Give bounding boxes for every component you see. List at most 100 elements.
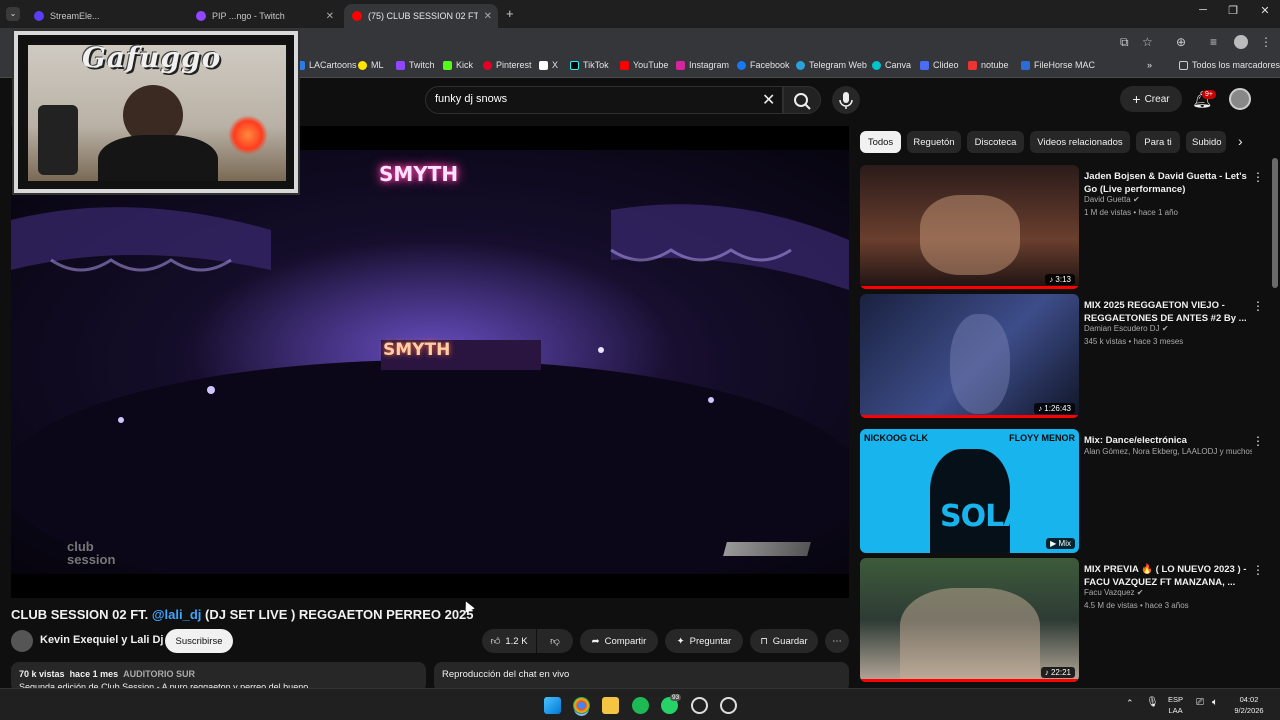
new-tab-button[interactable]: + — [506, 6, 514, 21]
account-avatar[interactable] — [1229, 88, 1251, 110]
bookmark-star-icon[interactable]: ☆ — [1142, 35, 1153, 49]
bookmark-x[interactable]: X — [539, 60, 558, 70]
like-button[interactable]: 👍︎ 1.2 K — [482, 629, 536, 653]
bookmark-kick[interactable]: Kick — [443, 60, 473, 70]
more-options-icon[interactable]: ⋮ — [1252, 299, 1264, 313]
bookmark-telegram[interactable]: Telegram Web — [796, 60, 867, 70]
tab-youtube-active[interactable]: (75) CLUB SESSION 02 FT. @lali_dj ✕ — [344, 4, 498, 28]
video-title[interactable]: MIX PREVIA 🔥 ( LO NUEVO 2023 ) - FACU VA… — [1084, 563, 1252, 589]
bookmark-facebook[interactable]: Facebook — [737, 60, 790, 70]
app-icon[interactable] — [720, 697, 737, 714]
spotify-icon[interactable] — [632, 697, 649, 714]
restore-icon[interactable]: ❐ — [1218, 4, 1248, 22]
windows-start-icon[interactable] — [544, 697, 561, 714]
chip-regueton[interactable]: Reguetón — [907, 131, 961, 153]
channel-name[interactable]: Kevin Exequiel y Lali Dj — [40, 634, 164, 646]
bookmark-label: LACartoons — [309, 60, 357, 70]
video-title[interactable]: MIX 2025 REGGAETON VIEJO - REGGAETONES D… — [1084, 299, 1252, 325]
obs-icon[interactable] — [691, 697, 708, 714]
chrome-menu-icon[interactable]: ⋮ — [1260, 35, 1272, 49]
channel-text: Damian Escudero DJ — [1084, 324, 1160, 333]
bookmark-canva[interactable]: Canva — [872, 60, 911, 70]
more-actions-button[interactable]: ⋯ — [825, 629, 849, 653]
video-thumbnail[interactable]: ♪ 3:13 — [860, 165, 1079, 289]
bookmark-filehorse[interactable]: FileHorse MAC — [1021, 60, 1095, 70]
bookmark-icon: ⊓ — [760, 635, 768, 647]
video-thumbnail[interactable]: ♪ 1:26:43 — [860, 294, 1079, 418]
channel-avatar[interactable] — [11, 630, 33, 652]
mix-thumbnail[interactable]: NICKOOG CLK FLOYY MENOR SOLA ▶︎ Mix — [860, 429, 1079, 553]
save-button[interactable]: ⊓ Guardar — [750, 629, 818, 653]
chevron-right-icon[interactable]: › — [1238, 133, 1243, 149]
video-thumbnail[interactable]: ♪ 22:21 — [860, 558, 1079, 682]
bookmark-label: ML — [371, 60, 384, 70]
channel-name[interactable]: Facu Vazquez ✔︎ — [1084, 588, 1143, 597]
microphone-tray-icon[interactable]: 🎙︎ — [1146, 697, 1159, 708]
page-scrollbar[interactable] — [1272, 158, 1278, 288]
bookmark-label: Kick — [456, 60, 474, 70]
tab-streamelements[interactable]: StreamEle... — [26, 4, 186, 28]
chip-para-ti[interactable]: Para ti — [1136, 131, 1180, 153]
search-input[interactable]: funky dj snows — [425, 86, 783, 114]
clock[interactable]: 04:02 9/2/2026 — [1232, 694, 1266, 716]
channel-name[interactable]: Damian Escudero DJ ✔︎ — [1084, 324, 1169, 333]
bookmarks-overflow-button[interactable]: » — [1147, 60, 1152, 70]
title-mention-link[interactable]: @lali_dj — [152, 607, 202, 622]
bookmark-youtube[interactable]: YouTube — [620, 60, 668, 70]
ask-button[interactable]: ✦ Preguntar — [665, 629, 743, 653]
more-options-icon[interactable]: ⋮ — [1252, 434, 1264, 448]
chip-todos[interactable]: Todos — [860, 131, 901, 153]
network-icon[interactable]: ⎚ — [1196, 697, 1204, 708]
share-button[interactable]: ➦ Compartir — [580, 629, 658, 653]
create-button[interactable]: + Crear — [1120, 86, 1182, 112]
search-button[interactable] — [783, 86, 821, 114]
tray-overflow-icon[interactable]: ⌃ — [1126, 698, 1134, 709]
microphone-icon — [839, 92, 853, 109]
more-options-icon[interactable]: ⋮ — [1252, 170, 1264, 184]
close-tab-icon[interactable]: ✕ — [484, 11, 492, 22]
recommended-video[interactable]: ♪ 1:26:43 MIX 2025 REGGAETON VIEJO - REG… — [860, 294, 1270, 418]
dislike-button[interactable]: 👎︎ — [537, 629, 573, 653]
file-explorer-icon[interactable] — [602, 697, 619, 714]
clear-search-icon[interactable]: ✕ — [762, 90, 775, 110]
cast-icon[interactable]: ⧉ — [1120, 35, 1129, 50]
minimize-icon[interactable]: ─ — [1188, 4, 1218, 22]
bookmark-ml[interactable]: ML — [358, 60, 384, 70]
volume-icon[interactable]: 🔈︎ — [1212, 697, 1218, 708]
bookmark-instagram[interactable]: Instagram — [676, 60, 729, 70]
recommended-video[interactable]: ♪ 22:21 MIX PREVIA 🔥 ( LO NUEVO 2023 ) -… — [860, 558, 1270, 682]
hashtag-venue[interactable]: AUDITORIO SUR — [123, 669, 195, 679]
like-count: 1.2 K — [505, 635, 528, 647]
chip-discoteca[interactable]: Discoteca — [967, 131, 1024, 153]
video-frame[interactable]: SMYTH SMYTH club session — [11, 150, 849, 574]
chrome-icon[interactable] — [573, 697, 590, 714]
bookmark-tiktok[interactable]: TikTok — [570, 60, 609, 70]
video-title[interactable]: Mix: Dance/electrónica — [1084, 434, 1252, 447]
subscribe-button[interactable]: Suscribirse — [165, 629, 233, 653]
tab-search-icon[interactable]: ⌄ — [6, 7, 20, 21]
reading-list-icon[interactable]: ≡ — [1210, 35, 1217, 49]
duration-text: 3:13 — [1055, 275, 1071, 284]
profile-avatar[interactable] — [1234, 35, 1248, 49]
bookmark-lacartoons[interactable]: LACartoons — [296, 60, 357, 70]
all-bookmarks-button[interactable]: Todos los marcadores — [1179, 60, 1280, 70]
video-player[interactable]: SMYTH SMYTH club session — [11, 126, 849, 598]
voice-search-button[interactable] — [832, 86, 860, 114]
tab-twitch[interactable]: PIP ...ngo - Twitch ✕ — [188, 4, 340, 28]
close-window-icon[interactable]: ✕ — [1250, 4, 1280, 22]
channel-name[interactable]: David Guetta ✔︎ — [1084, 195, 1140, 204]
gaming-chair — [38, 105, 78, 175]
recommended-mix[interactable]: NICKOOG CLK FLOYY MENOR SOLA ▶︎ Mix Mix:… — [860, 429, 1270, 553]
chip-subido[interactable]: Subido — [1186, 131, 1226, 153]
bookmark-pinterest[interactable]: Pinterest — [483, 60, 532, 70]
more-options-icon[interactable]: ⋮ — [1252, 563, 1264, 577]
recommended-video[interactable]: ♪ 3:13 Jaden Bojsen & David Guetta - Let… — [860, 165, 1270, 289]
bookmark-twitch[interactable]: Twitch — [396, 60, 435, 70]
close-tab-icon[interactable]: ✕ — [326, 11, 334, 22]
video-title[interactable]: Jaden Bojsen & David Guetta - Let's Go (… — [1084, 170, 1252, 196]
bookmark-notube[interactable]: notube — [968, 60, 1009, 70]
extensions-icon[interactable]: ⊕ — [1176, 35, 1186, 49]
bookmark-clideo[interactable]: Clideo — [920, 60, 959, 70]
language-indicator[interactable]: ESP LAA — [1168, 694, 1183, 716]
chip-related[interactable]: Videos relacionados — [1030, 131, 1130, 153]
